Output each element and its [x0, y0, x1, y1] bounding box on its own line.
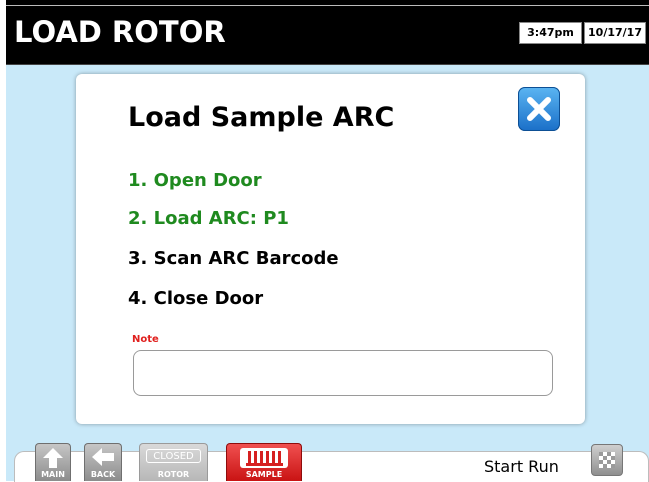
page-title: LOAD ROTOR: [14, 15, 226, 49]
start-run-button[interactable]: [591, 444, 623, 476]
sample-button-label: SAMPLE: [245, 470, 283, 479]
note-input[interactable]: [133, 350, 553, 396]
step-close-door: 4. Close Door: [128, 288, 264, 309]
screen: LOAD ROTOR 3:47pm 10/17/17 Load Sample A…: [0, 0, 649, 482]
rotor-status-label: CLOSED: [146, 449, 201, 463]
start-run-label[interactable]: Start Run: [484, 457, 559, 476]
step-load-arc: 2. Load ARC: P1: [128, 208, 289, 229]
load-sample-dialog: Load Sample ARC 1. Open Door 2. Load ARC…: [76, 74, 585, 424]
back-button[interactable]: BACK: [84, 443, 122, 481]
date-display: 10/17/17: [584, 22, 646, 44]
back-button-label: BACK: [90, 470, 116, 479]
checkered-flag-icon: [599, 452, 615, 468]
left-edge: [0, 0, 6, 481]
rotor-button-label: ROTOR: [157, 470, 190, 479]
close-x-icon: [527, 97, 551, 121]
main-button[interactable]: MAIN: [35, 443, 71, 481]
time-display: 3:47pm: [519, 22, 582, 44]
rotor-button[interactable]: CLOSED ROTOR: [139, 443, 208, 481]
header-bar: LOAD ROTOR 3:47pm 10/17/17: [6, 0, 649, 65]
sample-button[interactable]: SAMPLE: [226, 443, 302, 481]
main-button-label: MAIN: [41, 470, 65, 479]
step-open-door: 1. Open Door: [128, 170, 262, 191]
left-arrow-icon: [92, 448, 114, 466]
note-label: Note: [132, 334, 159, 345]
header-divider: [6, 5, 649, 6]
footer-nav: MAIN BACK CLOSED ROTOR SAMPLE Start Run: [6, 440, 649, 482]
up-arrow-icon: [43, 448, 63, 468]
dialog-title: Load Sample ARC: [128, 102, 395, 133]
sample-rack-icon: [240, 448, 288, 468]
close-button[interactable]: [518, 87, 560, 131]
step-scan-barcode: 3. Scan ARC Barcode: [128, 248, 339, 269]
